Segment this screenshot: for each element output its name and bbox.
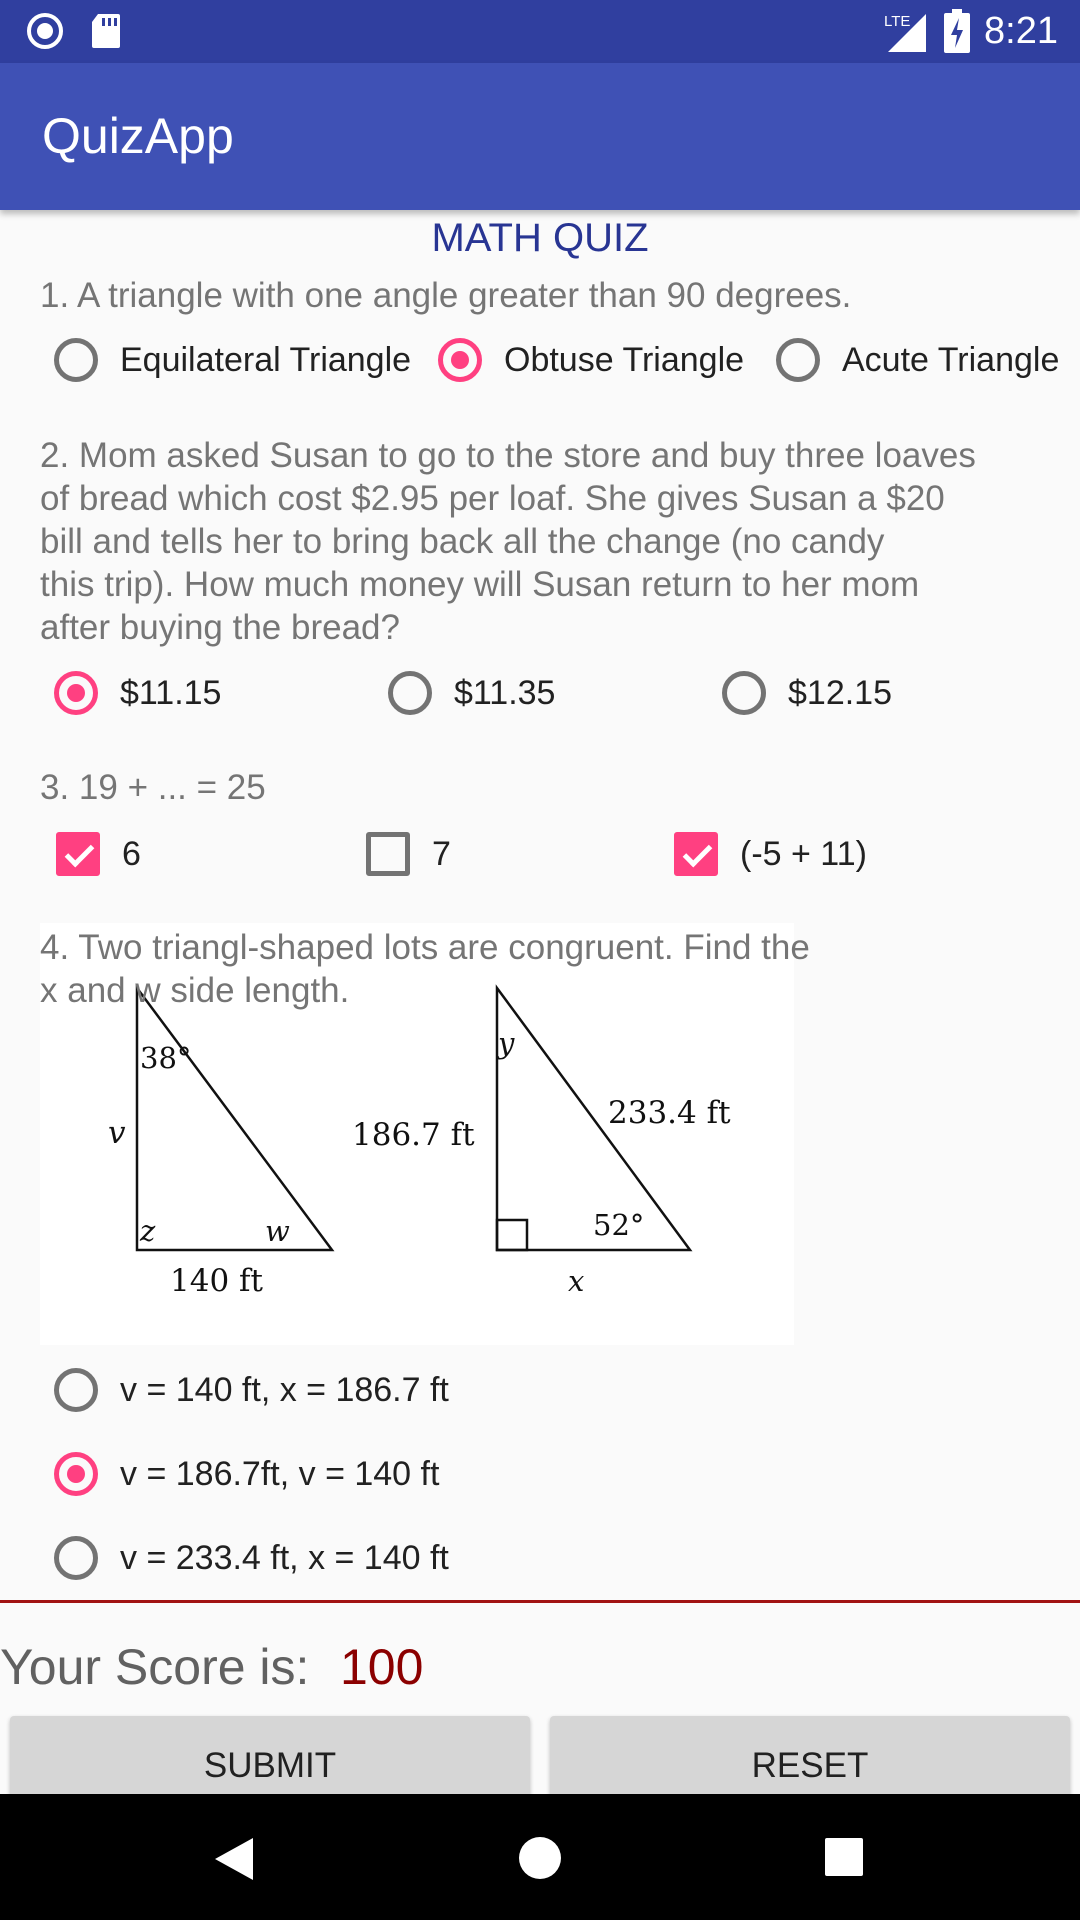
back-icon[interactable]: [213, 1836, 255, 1882]
question-2-text: 2. Mom asked Susan to go to the store an…: [40, 434, 1040, 649]
radio-button[interactable]: [776, 338, 820, 382]
right-base-x: x: [568, 1264, 584, 1298]
option-label: $11.35: [454, 673, 556, 712]
checkbox-checked[interactable]: [56, 832, 100, 876]
question-line: this trip). How much money will Susan re…: [40, 565, 920, 604]
battery-charging-icon: [944, 9, 971, 53]
question-line: after buying the bread?: [40, 608, 400, 647]
right-hypotenuse: 233.4 ft: [608, 1095, 731, 1131]
recents-icon[interactable]: [824, 1837, 864, 1877]
score-value: 100: [340, 1639, 424, 1695]
q3-option-3[interactable]: (-5 + 11): [674, 824, 867, 884]
question-1-text: 1. A triangle with one angle greater tha…: [40, 276, 852, 315]
divider: [0, 1600, 1080, 1603]
right-angle-y: y: [496, 1026, 515, 1060]
quiz-title: MATH QUIZ: [431, 216, 649, 260]
left-angle-z: z: [139, 1214, 156, 1248]
radio-button-selected[interactable]: [54, 1452, 98, 1496]
radio-button[interactable]: [54, 1536, 98, 1580]
q2-option-1[interactable]: $11.15: [54, 663, 221, 723]
q1-option-equilateral[interactable]: Equilateral Triangle: [54, 330, 411, 390]
sd-card-icon: [92, 14, 120, 48]
left-angle-top: 38°: [140, 1041, 191, 1075]
home-icon[interactable]: [518, 1836, 562, 1880]
q4-option-3[interactable]: v = 233.4 ft, x = 140 ft: [54, 1528, 449, 1588]
left-base: 140 ft: [170, 1263, 263, 1299]
left-side-v: v: [108, 1115, 126, 1151]
network-label: LTE: [884, 13, 910, 30]
question-line: 4. Two triangl-shaped lots are congruent…: [40, 928, 810, 967]
question-line: x and w side length.: [40, 971, 350, 1010]
question-3-text: 3. 19 + ... = 25: [40, 768, 266, 807]
option-label: Obtuse Triangle: [504, 340, 745, 379]
q1-option-acute[interactable]: Acute Triangle: [776, 330, 1059, 390]
q2-option-2[interactable]: $11.35: [388, 663, 555, 723]
score-label: Your Score is:: [0, 1639, 310, 1695]
checkbox[interactable]: [366, 832, 410, 876]
radio-button[interactable]: [54, 1368, 98, 1412]
quiz-content[interactable]: MATH QUIZ 1. A triangle with one angle g…: [0, 210, 1080, 1594]
option-label: $12.15: [788, 673, 892, 712]
app-bar: QuizApp: [0, 63, 1080, 210]
clock: 8:21: [984, 10, 1058, 52]
navigation-bar: [0, 1794, 1080, 1920]
question-line: 2. Mom asked Susan to go to the store an…: [40, 436, 976, 475]
option-label: (-5 + 11): [740, 834, 867, 873]
radio-button[interactable]: [54, 338, 98, 382]
option-label: v = 140 ft, x = 186.7 ft: [120, 1370, 449, 1409]
status-bar: LTE 8:21: [0, 0, 1080, 63]
question-line: of bread which cost $2.95 per loaf. She …: [40, 479, 945, 518]
q2-option-3[interactable]: $12.15: [722, 663, 892, 723]
radio-button-selected[interactable]: [54, 671, 98, 715]
notification-circle-icon: [27, 13, 63, 49]
q4-option-1[interactable]: v = 140 ft, x = 186.7 ft: [54, 1360, 449, 1420]
app-title: QuizApp: [42, 108, 234, 164]
option-label: v = 233.4 ft, x = 140 ft: [120, 1538, 449, 1577]
question-line: bill and tells her to bring back all the…: [40, 522, 885, 561]
q3-option-2[interactable]: 7: [366, 824, 451, 884]
signal-lte-icon: LTE: [884, 13, 927, 52]
option-label: 6: [122, 834, 141, 873]
right-angle-52: 52°: [593, 1208, 644, 1242]
radio-button[interactable]: [722, 671, 766, 715]
q4-option-2[interactable]: v = 186.7ft, v = 140 ft: [54, 1444, 439, 1504]
right-side-left: 186.7 ft: [352, 1117, 475, 1153]
checkbox-checked[interactable]: [674, 832, 718, 876]
option-label: Acute Triangle: [842, 340, 1060, 379]
option-label: 7: [432, 834, 451, 873]
q3-option-1[interactable]: 6: [56, 824, 141, 884]
question-4-text: 4. Two triangl-shaped lots are congruent…: [40, 926, 1040, 1012]
q1-option-obtuse[interactable]: Obtuse Triangle: [438, 330, 744, 390]
left-angle-w: w: [265, 1214, 290, 1248]
option-label: Equilateral Triangle: [120, 340, 412, 379]
option-label: v = 186.7ft, v = 140 ft: [120, 1454, 440, 1493]
option-label: $11.15: [120, 673, 222, 712]
radio-button-selected[interactable]: [438, 338, 482, 382]
radio-button[interactable]: [388, 671, 432, 715]
